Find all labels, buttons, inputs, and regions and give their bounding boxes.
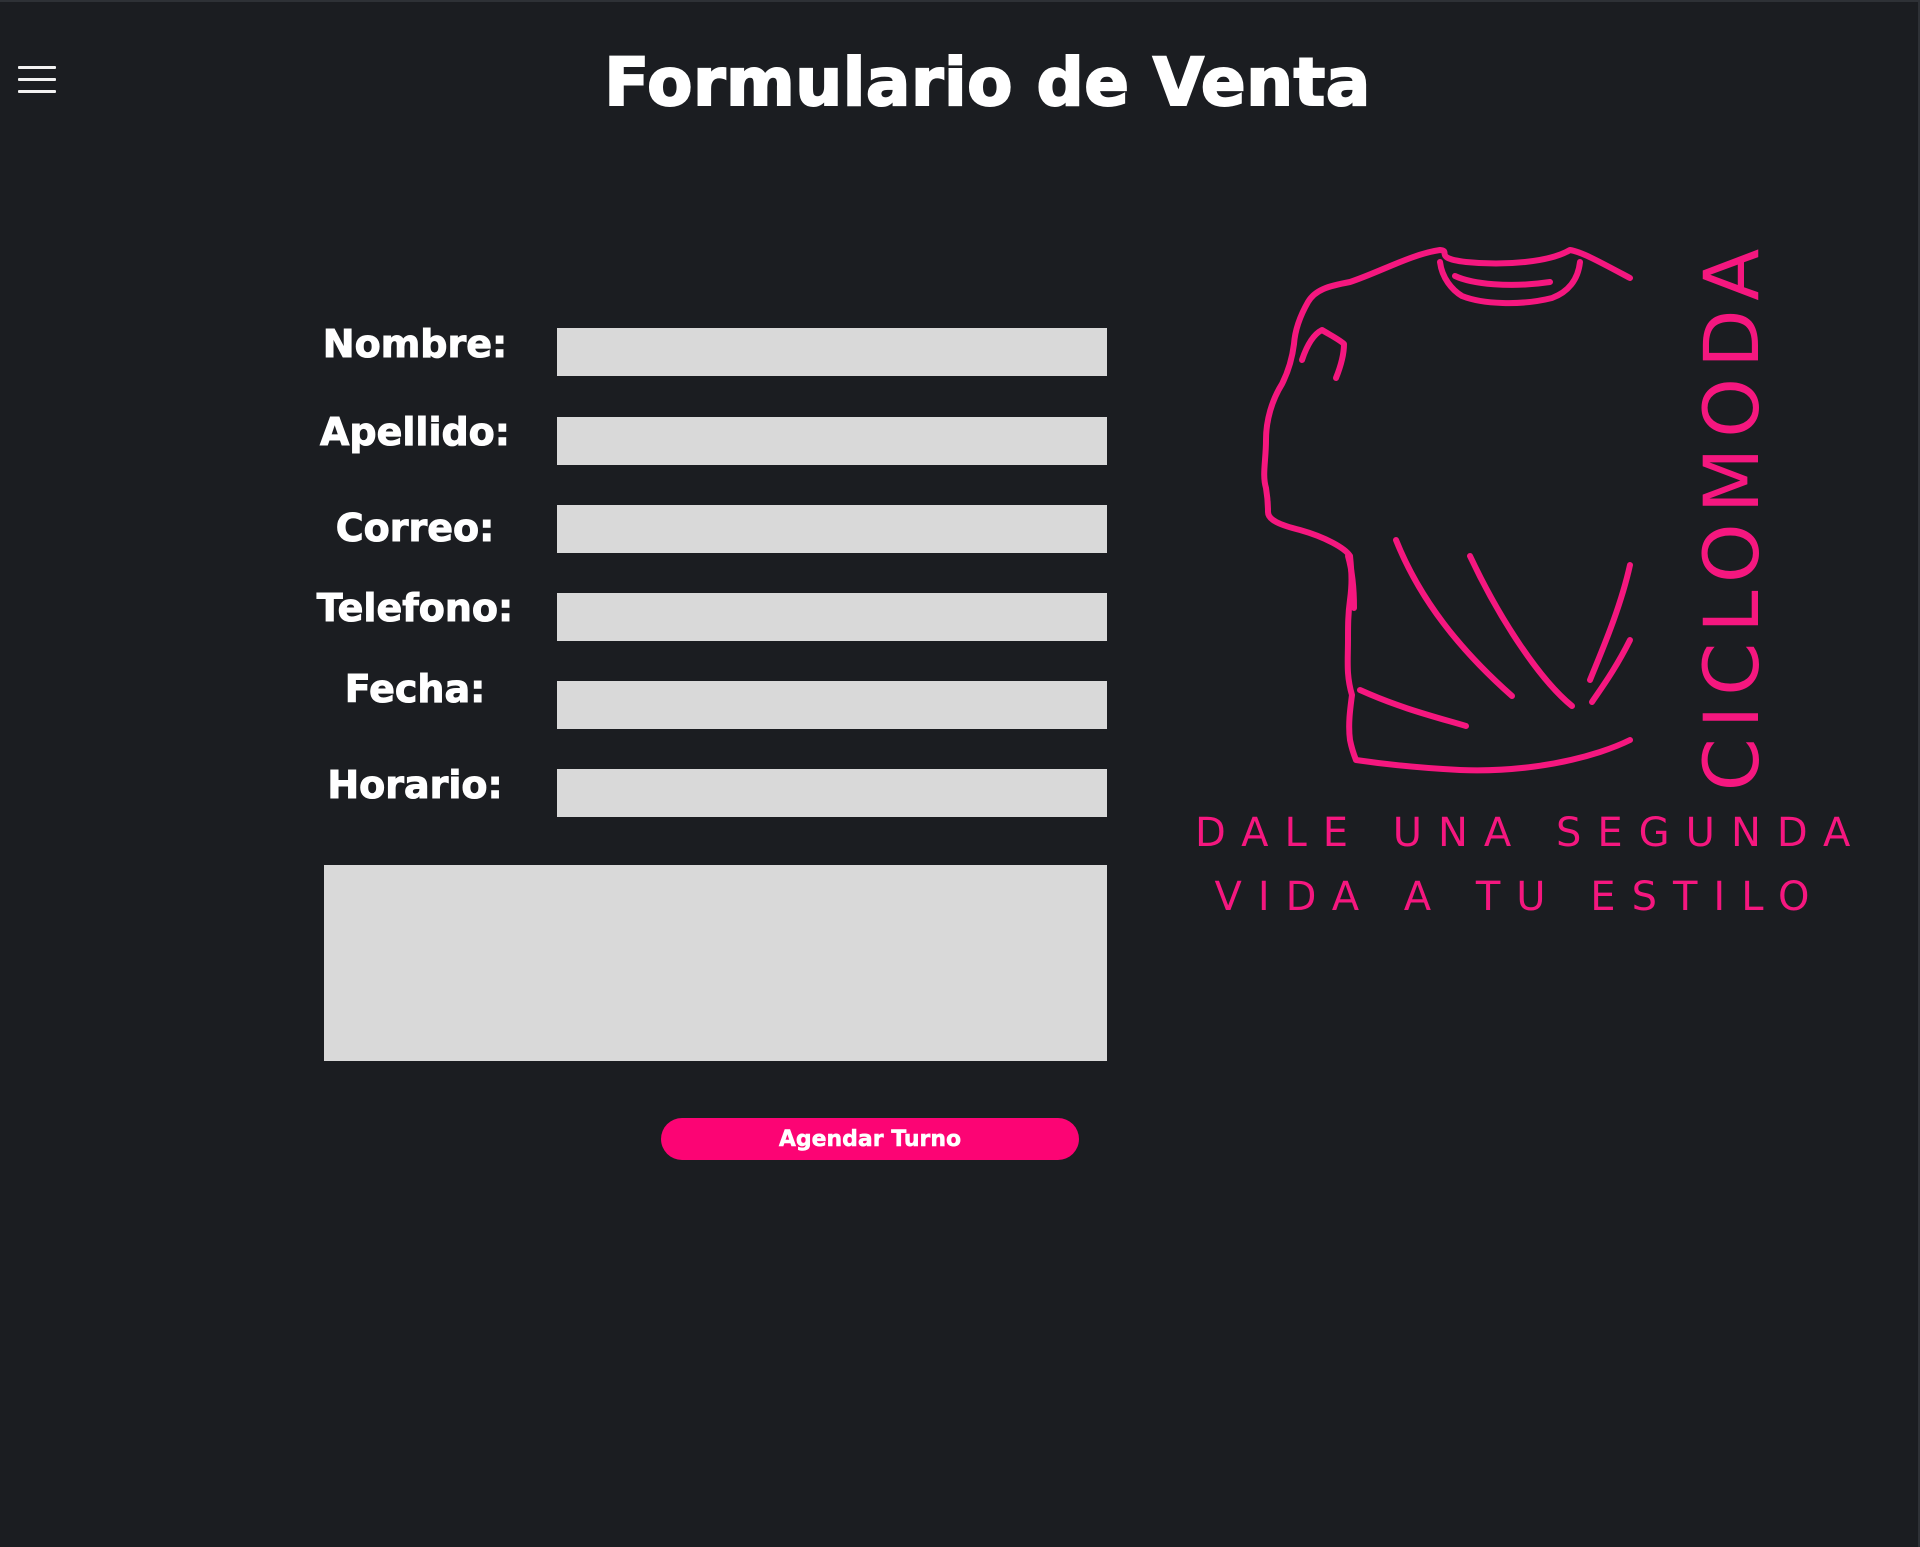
brand-name: CICLOMODA [1687,238,1776,792]
schedule-appointment-button[interactable]: Agendar Turno [661,1118,1079,1160]
time-label: Horario: [327,763,503,808]
phone-label: Telefono: [316,586,514,631]
name-input[interactable] [557,328,1107,376]
email-input[interactable] [557,505,1107,553]
name-label: Nombre: [322,322,508,367]
time-input[interactable] [557,769,1107,817]
surname-input[interactable] [557,417,1107,465]
phone-input[interactable] [557,593,1107,641]
surname-label: Apellido: [320,410,511,455]
page-title: Formulario de Venta [603,43,1371,122]
tagline-line-2: VIDA A TU ESTILO [1214,874,1826,920]
email-label: Correo: [335,506,495,551]
date-input[interactable] [557,681,1107,729]
tagline-line-1: DALE UNA SEGUNDA [1195,810,1867,856]
message-textarea[interactable] [324,865,1107,1061]
date-label: Fecha: [344,667,486,712]
